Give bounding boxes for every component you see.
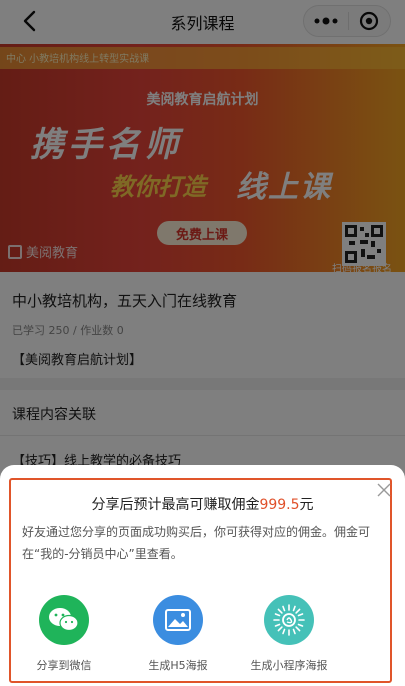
mini-program-icon xyxy=(264,595,314,645)
share-wechat-label: 分享到微信 xyxy=(36,659,92,672)
commission-description: 好友通过您分享的页面成功购买后，你可获得对应的佣金。佣金可在“我的-分销员中心”… xyxy=(22,525,371,561)
wechat-icon xyxy=(39,595,89,645)
commission-headline: 分享后预计最高可赚取佣金999.5元 xyxy=(0,494,405,514)
commission-prefix: 分享后预计最高可赚取佣金 xyxy=(91,497,260,513)
h5-poster-button[interactable]: 生成H5海报 xyxy=(133,595,223,673)
commission-amount: 999.5 xyxy=(259,497,300,513)
commission-suffix: 元 xyxy=(299,497,314,513)
mini-program-poster-label: 生成小程序海报 xyxy=(250,659,328,672)
mini-program-poster-button[interactable]: 生成小程序海报 xyxy=(244,595,334,673)
h5-poster-label: 生成H5海报 xyxy=(148,659,208,672)
share-wechat-button[interactable]: 分享到微信 xyxy=(19,595,109,673)
share-sheet: 分享后预计最高可赚取佣金999.5元 好友通过您分享的页面成功购买后，你可获得对… xyxy=(0,465,405,686)
image-icon xyxy=(153,595,203,645)
